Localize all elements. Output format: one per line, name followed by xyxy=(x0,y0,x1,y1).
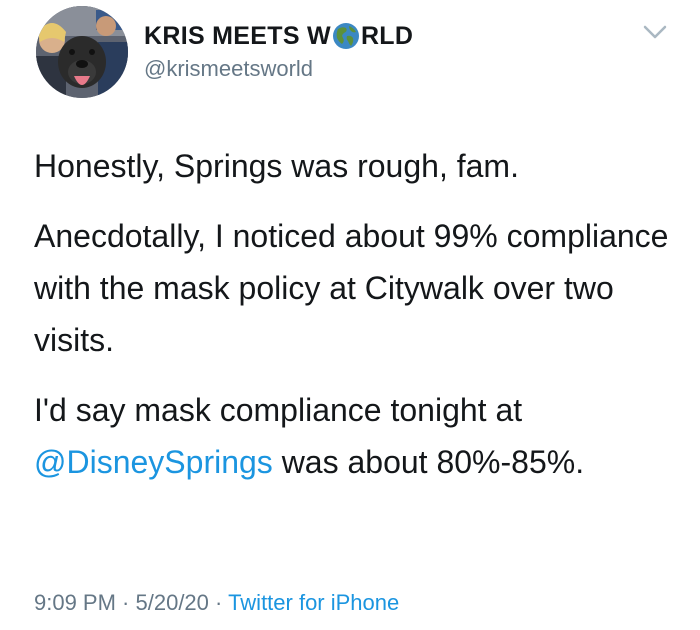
tweet-meta: 9:09 PM · 5/20/20 · Twitter for iPhone xyxy=(34,590,399,616)
tweet-text: Honestly, Springs was rough, fam. Anecdo… xyxy=(34,140,674,506)
avatar-image xyxy=(36,6,128,98)
tweet-paragraph-3-after: was about 80%-85%. xyxy=(272,444,585,480)
author-block: KRIS MEETS W RLD @krismeetsworld xyxy=(144,20,413,82)
avatar[interactable] xyxy=(36,6,128,98)
mention-link-disneysprings[interactable]: @DisneySprings xyxy=(34,444,273,480)
display-name-part2: RLD xyxy=(360,21,414,50)
display-name-part1: KRIS MEETS W xyxy=(144,21,331,50)
tweet-source-link[interactable]: Twitter for iPhone xyxy=(228,590,399,615)
meta-separator-1: · xyxy=(115,590,136,615)
tweet-paragraph-3: I'd say mask compliance tonight at @Disn… xyxy=(34,384,674,488)
chevron-down-icon[interactable] xyxy=(642,22,668,42)
meta-separator-2: · xyxy=(208,590,229,615)
tweet-date[interactable]: 5/20/20 xyxy=(136,590,209,615)
tweet-paragraph-2: Anecdotally, I noticed about 99% complia… xyxy=(34,218,669,358)
user-handle[interactable]: @krismeetsworld xyxy=(144,56,413,82)
display-name[interactable]: KRIS MEETS W RLD xyxy=(144,20,413,52)
tweet-time[interactable]: 9:09 PM xyxy=(34,590,116,615)
tweet: KRIS MEETS W RLD @krismeetsworld Honestl… xyxy=(0,0,700,630)
tweet-paragraph-1: Honestly, Springs was rough, fam. xyxy=(34,148,519,184)
tweet-paragraph-3-before: I'd say mask compliance tonight at xyxy=(34,392,523,428)
globe-americas-icon xyxy=(332,23,359,49)
